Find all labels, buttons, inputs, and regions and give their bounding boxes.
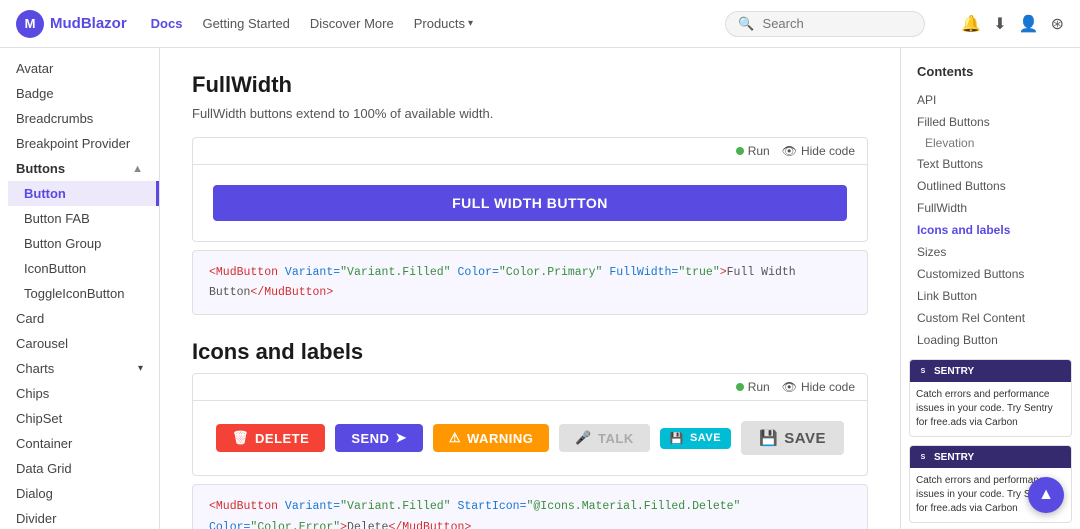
save-large-icon: 💾: [759, 429, 778, 447]
full-width-button[interactable]: FULL WIDTH BUTTON: [213, 185, 847, 221]
contents-api[interactable]: API: [901, 89, 1080, 111]
sidebar-item-card[interactable]: Card: [0, 306, 159, 331]
topnav-discover-more[interactable]: Discover More: [310, 16, 394, 31]
send-icon: ➤: [395, 430, 406, 446]
eye-icon: 👁: [782, 380, 797, 394]
fullwidth-run-button[interactable]: Run: [736, 144, 770, 158]
logo[interactable]: M MudBlazor: [16, 10, 127, 38]
sidebar-item-button[interactable]: Button: [8, 181, 159, 206]
sidebar-item-dialog[interactable]: Dialog: [0, 481, 159, 506]
topnav-getting-started[interactable]: Getting Started: [202, 16, 289, 31]
talk-button: 🎤 TALK: [559, 424, 649, 452]
contents-custom-rel[interactable]: Custom Rel Content: [901, 307, 1080, 329]
contents-link-button[interactable]: Link Button: [901, 285, 1080, 307]
ad-card-1-header: S SENTRY: [910, 360, 1071, 382]
main-layout: Avatar Badge Breadcrumbs Breakpoint Prov…: [0, 48, 1080, 529]
sidebar-item-charts[interactable]: Charts▾: [0, 356, 159, 381]
chevron-down-icon: ▾: [468, 18, 473, 29]
sidebar-item-data-grid[interactable]: Data Grid: [0, 456, 159, 481]
right-sidebar: Contents API Filled Buttons Elevation Te…: [900, 48, 1080, 529]
fullwidth-demo-box: Run 👁 Hide code FULL WIDTH BUTTON: [192, 137, 868, 242]
sidebar-item-button-fab[interactable]: Button FAB: [8, 206, 159, 231]
topnav-products[interactable]: Products ▾: [414, 16, 473, 31]
icons-hide-code-button[interactable]: 👁 Hide code: [782, 380, 855, 394]
search-icon: 🔍: [738, 16, 754, 32]
sidebar-item-breakpoint-provider[interactable]: Breakpoint Provider: [0, 131, 159, 156]
main-content: FullWidth FullWidth buttons extend to 10…: [160, 48, 900, 529]
ad-card-1[interactable]: S SENTRY Catch errors and performance is…: [909, 359, 1072, 437]
save-large-button[interactable]: 💾 SAVE: [741, 421, 844, 455]
contents-fullwidth[interactable]: FullWidth: [901, 197, 1080, 219]
eye-icon: 👁: [782, 144, 797, 158]
logo-icon: M: [16, 10, 44, 38]
sidebar-item-breadcrumbs[interactable]: Breadcrumbs: [0, 106, 159, 131]
topnav-docs[interactable]: Docs: [151, 16, 183, 31]
sidebar: Avatar Badge Breadcrumbs Breakpoint Prov…: [0, 48, 160, 529]
icons-code-box: <MudButton Variant="Variant.Filled" Star…: [192, 484, 868, 529]
code-line-1: <MudButton Variant="Variant.Filled" Star…: [209, 497, 851, 529]
save-icon: 💾: [670, 432, 684, 445]
topnav-links: Docs Getting Started Discover More Produ…: [151, 16, 473, 31]
fullwidth-demo-toolbar: Run 👁 Hide code: [193, 138, 867, 165]
icons-demo-content: 🗑 DELETE SEND ➤ ⚠ WARNING 🎤 TALK 💾: [193, 401, 867, 475]
sidebar-item-badge[interactable]: Badge: [0, 81, 159, 106]
sidebar-item-divider[interactable]: Divider: [0, 506, 159, 529]
sidebar-item-button-group[interactable]: Button Group: [8, 231, 159, 256]
sidebar-item-iconbutton[interactable]: IconButton: [8, 256, 159, 281]
contents-elevation[interactable]: Elevation: [901, 133, 1080, 153]
chevron-up-icon: ▲: [132, 163, 143, 175]
warning-icon: ⚠: [449, 430, 461, 446]
search-input[interactable]: [763, 16, 913, 31]
sidebar-sub-buttons: Button Button FAB Button Group IconButto…: [0, 181, 159, 306]
contents-loading[interactable]: Loading Button: [901, 329, 1080, 351]
sidebar-section-buttons-label: Buttons: [16, 161, 65, 176]
sidebar-item-chips[interactable]: Chips: [0, 381, 159, 406]
sidebar-item-chipset[interactable]: ChipSet: [0, 406, 159, 431]
contents-filled-buttons[interactable]: Filled Buttons: [901, 111, 1080, 133]
contents-customized[interactable]: Customized Buttons: [901, 263, 1080, 285]
ad-card-2-header: S SENTRY: [910, 446, 1071, 468]
contents-sizes[interactable]: Sizes: [901, 241, 1080, 263]
github-icon[interactable]: ⊛: [1051, 14, 1064, 34]
user-circle-icon[interactable]: 👤: [1019, 14, 1039, 34]
sidebar-item-avatar[interactable]: Avatar: [0, 56, 159, 81]
download-icon[interactable]: ⬇: [993, 14, 1006, 34]
scroll-to-top-button[interactable]: ▲: [1028, 477, 1064, 513]
contents-icons-labels[interactable]: Icons and labels: [901, 219, 1080, 241]
chevron-down-icon: ▾: [138, 363, 143, 374]
sentry-logo-2: S: [916, 450, 930, 464]
sentry-logo-1: S: [916, 364, 930, 378]
sidebar-item-container[interactable]: Container: [0, 431, 159, 456]
icons-section-title: Icons and labels: [192, 339, 868, 365]
contents-title: Contents: [901, 64, 1080, 89]
icons-demo-toolbar: Run 👁 Hide code: [193, 374, 867, 401]
topnav-action-icons: 🔔 ⬇ 👤 ⊛: [961, 14, 1064, 34]
save-small-button[interactable]: 💾 SAVE: [660, 428, 731, 449]
sidebar-item-toggleiconbutton[interactable]: ToggleIconButton: [8, 281, 159, 306]
sidebar-item-carousel[interactable]: Carousel: [0, 331, 159, 356]
delete-icon: 🗑: [232, 430, 249, 446]
run-dot-icon: [736, 383, 744, 391]
bell-icon[interactable]: 🔔: [961, 14, 981, 34]
contents-text-buttons[interactable]: Text Buttons: [901, 153, 1080, 175]
topnav: M MudBlazor Docs Getting Started Discove…: [0, 0, 1080, 48]
fullwidth-desc: FullWidth buttons extend to 100% of avai…: [192, 106, 868, 121]
fullwidth-demo-content: FULL WIDTH BUTTON: [193, 165, 867, 241]
warning-button[interactable]: ⚠ WARNING: [433, 424, 550, 452]
send-button[interactable]: SEND ➤: [335, 424, 423, 452]
sidebar-section-buttons[interactable]: Buttons ▲: [0, 156, 159, 181]
search-box: 🔍: [725, 11, 925, 37]
contents-outlined-buttons[interactable]: Outlined Buttons: [901, 175, 1080, 197]
mic-icon: 🎤: [575, 430, 592, 446]
run-dot-icon: [736, 147, 744, 155]
fullwidth-title: FullWidth: [192, 72, 868, 98]
delete-button[interactable]: 🗑 DELETE: [216, 424, 325, 452]
icons-run-button[interactable]: Run: [736, 380, 770, 394]
ad-card-1-body: Catch errors and performance issues in y…: [910, 382, 1071, 436]
icons-demo-box: Run 👁 Hide code 🗑 DELETE SEND ➤ ⚠: [192, 373, 868, 476]
fullwidth-code-box: <MudButton Variant="Variant.Filled" Colo…: [192, 250, 868, 315]
logo-text: MudBlazor: [50, 15, 127, 32]
fullwidth-hide-code-button[interactable]: 👁 Hide code: [782, 144, 855, 158]
